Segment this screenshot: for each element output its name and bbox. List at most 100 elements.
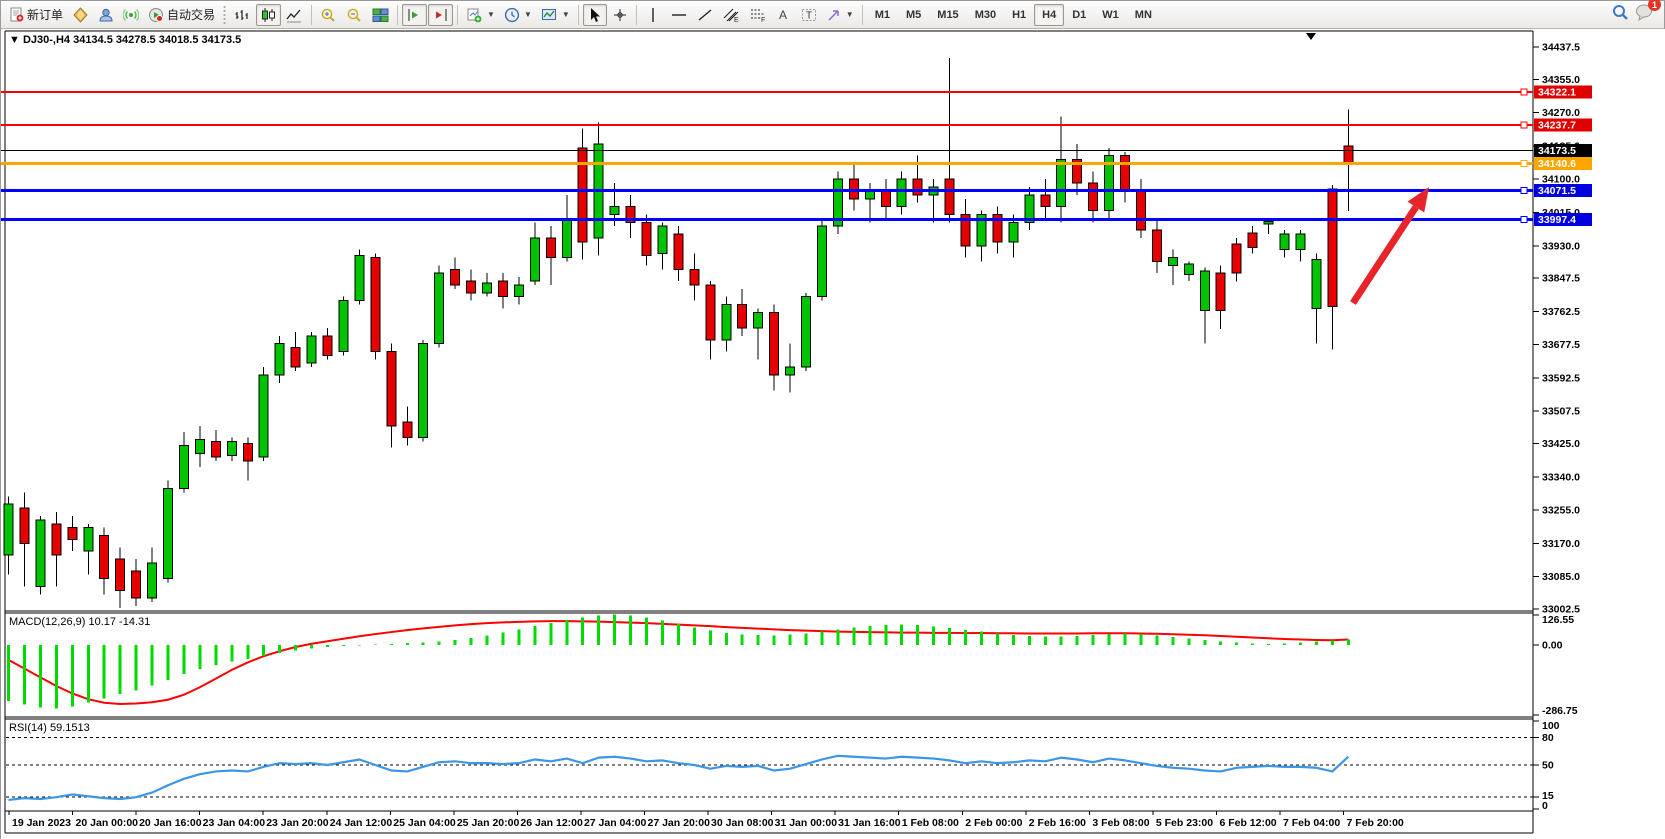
- vertical-line-icon: [647, 7, 659, 23]
- svg-text:34140.6: 34140.6: [1538, 158, 1576, 170]
- signal-button[interactable]: [119, 4, 143, 26]
- periods-caret: ▼: [524, 10, 532, 19]
- svg-text:7 Feb 04:00: 7 Feb 04:00: [1283, 817, 1340, 829]
- clock-icon: [504, 7, 520, 23]
- svg-text:24 Jan 12:00: 24 Jan 12:00: [330, 817, 393, 829]
- cursor-tool-button[interactable]: [583, 4, 607, 26]
- indicators-caret: ▼: [487, 10, 495, 19]
- svg-text:26 Jan 12:00: 26 Jan 12:00: [520, 817, 583, 829]
- channel-tool[interactable]: E: [718, 4, 744, 26]
- auto-trading-button[interactable]: 自动交易: [144, 4, 219, 26]
- auto-trading-icon: [148, 7, 164, 23]
- chart-area: ▼ DJ30-,H4 34134.5 34278.5 34018.5 34173…: [1, 29, 1665, 839]
- indicators-button[interactable]: ▼: [462, 4, 499, 26]
- svg-text:31 Jan 16:00: 31 Jan 16:00: [838, 817, 901, 829]
- zoom-in-button[interactable]: [316, 4, 341, 26]
- toolbar: 新订单 自动交易 ▼ ▼ ▼: [1, 1, 1664, 29]
- zoom-out-icon: [346, 7, 363, 23]
- svg-text:33255.0: 33255.0: [1542, 505, 1580, 517]
- svg-text:2 Feb 00:00: 2 Feb 00:00: [965, 817, 1022, 829]
- timeframe-h1[interactable]: H1: [1004, 4, 1034, 26]
- timeframe-m1[interactable]: M1: [867, 4, 898, 26]
- indicators-icon: [466, 7, 483, 23]
- text-icon: A: [777, 7, 791, 23]
- svg-text:100: 100: [1542, 720, 1560, 732]
- svg-text:25 Jan 04:00: 25 Jan 04:00: [393, 817, 456, 829]
- auto-trading-label: 自动交易: [167, 6, 215, 23]
- svg-text:126.55: 126.55: [1542, 614, 1574, 626]
- timeframe-mn[interactable]: MN: [1127, 4, 1160, 26]
- svg-text:6 Feb 12:00: 6 Feb 12:00: [1219, 817, 1276, 829]
- crosshair-tool-button[interactable]: [608, 4, 632, 26]
- svg-text:23 Jan 04:00: 23 Jan 04:00: [203, 817, 266, 829]
- chart-shift-icon: [406, 7, 423, 23]
- chart-shift-button[interactable]: [402, 4, 427, 26]
- chart-ohlc-header: ▼ DJ30-,H4 34134.5 34278.5 34018.5 34173…: [9, 34, 241, 46]
- chart-canvas[interactable]: ▼ DJ30-,H4 34134.5 34278.5 34018.5 34173…: [1, 29, 1665, 839]
- tile-windows-button[interactable]: [368, 4, 393, 26]
- svg-text:3 Feb 08:00: 3 Feb 08:00: [1092, 817, 1149, 829]
- shapes-tool[interactable]: ▼: [822, 4, 858, 26]
- channel-icon: E: [722, 7, 740, 23]
- tile-windows-icon: [372, 7, 389, 23]
- chat-button[interactable]: 1: [1635, 3, 1654, 26]
- timeframe-m30[interactable]: M30: [967, 4, 1004, 26]
- line-chart-button[interactable]: [282, 4, 307, 26]
- fibonacci-tool[interactable]: F: [745, 4, 771, 26]
- svg-text:33677.5: 33677.5: [1542, 339, 1580, 351]
- auto-scroll-button[interactable]: [428, 4, 453, 26]
- svg-text:34173.5: 34173.5: [1538, 145, 1576, 157]
- candlestick-chart-button[interactable]: [256, 4, 281, 26]
- timeframe-h4[interactable]: H4: [1034, 4, 1064, 26]
- user-icon: [98, 7, 114, 23]
- bar-chart-button[interactable]: [230, 4, 255, 26]
- timeframe-m5[interactable]: M5: [898, 4, 929, 26]
- svg-text:-286.75: -286.75: [1542, 705, 1578, 717]
- svg-text:27 Jan 04:00: 27 Jan 04:00: [584, 817, 647, 829]
- bar-chart-icon: [234, 7, 251, 23]
- charts-button[interactable]: [68, 4, 93, 26]
- svg-text:34071.5: 34071.5: [1538, 185, 1576, 197]
- timeframe-w1[interactable]: W1: [1094, 4, 1127, 26]
- candlestick-chart-icon: [260, 7, 277, 23]
- svg-text:0.00: 0.00: [1542, 640, 1563, 652]
- toolbar-drag-handle[interactable]: [222, 5, 227, 25]
- vertical-line-tool[interactable]: [641, 4, 665, 26]
- timeframe-m15[interactable]: M15: [929, 4, 966, 26]
- templates-button[interactable]: ▼: [537, 4, 574, 26]
- fibonacci-icon: F: [749, 7, 767, 23]
- svg-text:▼ DJ30-,H4 34134.5 34278.5 34: ▼ DJ30-,H4 34134.5 34278.5 34018.5 34173…: [9, 34, 241, 46]
- signal-icon: [123, 7, 139, 23]
- trendline-icon: [697, 7, 713, 23]
- gold-gem-icon: [72, 7, 89, 23]
- profile-button[interactable]: [94, 4, 118, 26]
- search-icon[interactable]: [1611, 3, 1629, 26]
- svg-text:34237.7: 34237.7: [1538, 120, 1576, 132]
- label-icon: T: [801, 7, 817, 23]
- svg-text:F: F: [761, 17, 765, 23]
- svg-text:33592.5: 33592.5: [1542, 372, 1580, 384]
- horizontal-line-tool[interactable]: [666, 4, 692, 26]
- svg-text:50: 50: [1542, 760, 1554, 772]
- new-order-button[interactable]: 新订单: [5, 4, 67, 26]
- text-tool[interactable]: A: [772, 4, 796, 26]
- trendline-tool[interactable]: [693, 4, 717, 26]
- svg-text:2 Feb 16:00: 2 Feb 16:00: [1029, 817, 1086, 829]
- notification-badge: 1: [1648, 0, 1661, 11]
- zoom-out-button[interactable]: [342, 4, 367, 26]
- svg-text:33085.0: 33085.0: [1542, 571, 1580, 583]
- arrows-icon: [826, 7, 842, 23]
- svg-text:20 Jan 16:00: 20 Jan 16:00: [139, 817, 202, 829]
- shapes-caret: ▼: [846, 10, 854, 19]
- line-chart-icon: [286, 7, 303, 23]
- timeframe-d1[interactable]: D1: [1064, 4, 1094, 26]
- periods-button[interactable]: ▼: [500, 4, 536, 26]
- svg-text:34322.1: 34322.1: [1538, 87, 1576, 99]
- svg-text:33425.0: 33425.0: [1542, 438, 1580, 450]
- label-tool[interactable]: T: [797, 4, 821, 26]
- svg-text:34270.0: 34270.0: [1542, 107, 1580, 119]
- svg-text:27 Jan 20:00: 27 Jan 20:00: [648, 817, 711, 829]
- svg-text:19 Jan 2023: 19 Jan 2023: [12, 817, 71, 829]
- crosshair-icon: [612, 7, 628, 23]
- svg-text:5 Feb 23:00: 5 Feb 23:00: [1156, 817, 1213, 829]
